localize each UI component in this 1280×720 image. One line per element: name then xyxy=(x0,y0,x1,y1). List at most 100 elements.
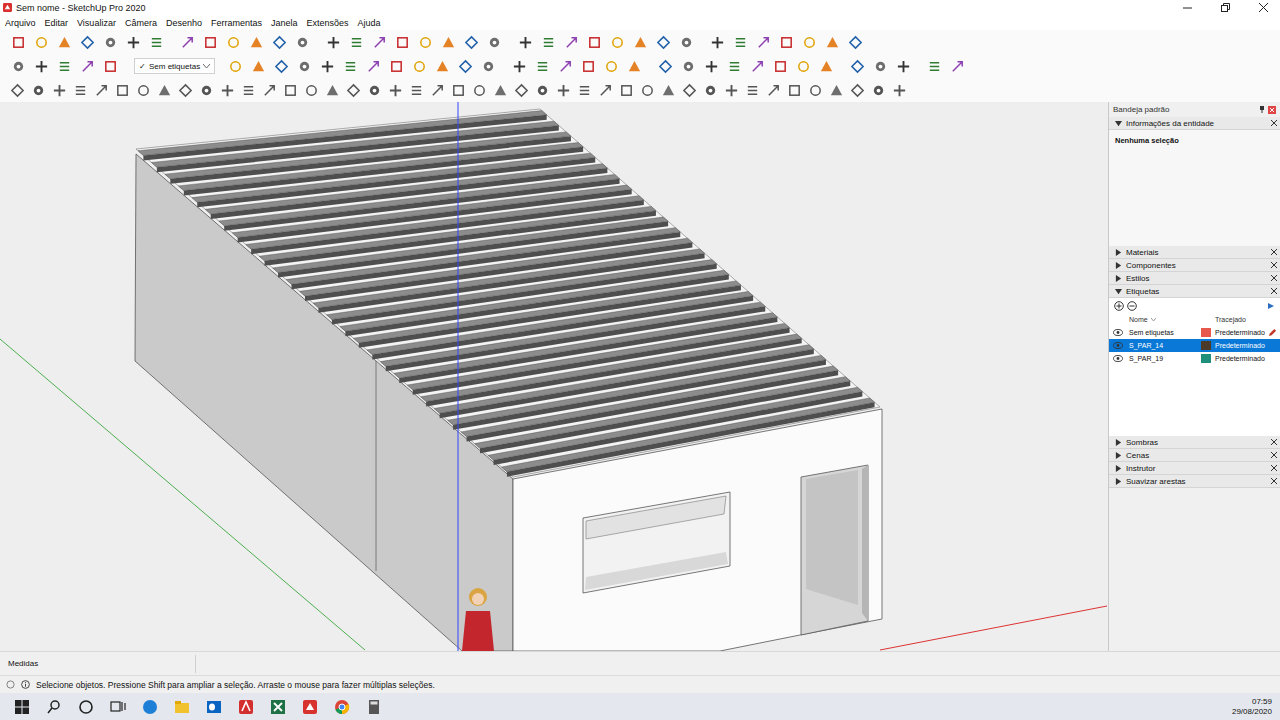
tag-row[interactable]: S_PAR_19Predeterminado xyxy=(1109,352,1280,365)
roof-beam[interactable] xyxy=(488,387,862,465)
tool-button[interactable] xyxy=(574,80,594,101)
tool-button[interactable] xyxy=(76,32,98,53)
tool-button[interactable] xyxy=(721,80,741,101)
tag-dash[interactable]: Predeterminado xyxy=(1215,355,1268,362)
tool-button[interactable] xyxy=(414,32,436,53)
tool-button[interactable] xyxy=(49,80,69,101)
tool-button[interactable] xyxy=(7,56,29,77)
tool-button[interactable] xyxy=(385,56,407,77)
section-header[interactable]: Materiais xyxy=(1109,246,1280,259)
tool-button[interactable] xyxy=(532,80,552,101)
section-header[interactable]: Estilos xyxy=(1109,272,1280,285)
tool-button[interactable] xyxy=(869,56,891,77)
tool-button[interactable] xyxy=(763,80,783,101)
tool-button[interactable] xyxy=(175,80,195,101)
menu-item[interactable]: Desenho xyxy=(166,18,202,28)
tool-button[interactable] xyxy=(154,80,174,101)
menu-item[interactable]: Ferramentas xyxy=(211,18,262,28)
tool-button[interactable] xyxy=(427,80,447,101)
tag-dash[interactable]: Predeterminado xyxy=(1215,329,1268,336)
tool-button[interactable] xyxy=(291,32,313,53)
menu-item[interactable]: Ajuda xyxy=(358,18,381,28)
tool-button[interactable] xyxy=(723,56,745,77)
tool-button[interactable] xyxy=(623,56,645,77)
tag-dropdown[interactable]: ✓Sem etiquetas xyxy=(134,58,215,74)
tool-button[interactable] xyxy=(280,80,300,101)
tool-button[interactable] xyxy=(238,80,258,101)
section-header[interactable]: Componentes xyxy=(1109,259,1280,272)
pin-icon[interactable] xyxy=(1259,106,1265,113)
restore-button[interactable] xyxy=(1208,0,1242,15)
section-header[interactable]: Cenas xyxy=(1109,449,1280,462)
tool-button[interactable] xyxy=(270,56,292,77)
tool-button[interactable] xyxy=(53,32,75,53)
tool-button[interactable] xyxy=(391,32,413,53)
tool-button[interactable] xyxy=(677,56,699,77)
tool-button[interactable] xyxy=(301,80,321,101)
section-header[interactable]: Informações da entidade xyxy=(1109,117,1280,130)
tool-button[interactable] xyxy=(554,56,576,77)
remove-tag-icon[interactable] xyxy=(1127,301,1137,311)
tool-button[interactable] xyxy=(511,80,531,101)
tool-button[interactable] xyxy=(7,80,27,101)
close-icon[interactable] xyxy=(1271,249,1277,255)
tag-row[interactable]: Sem etiquetasPredeterminado xyxy=(1109,326,1280,339)
tool-button[interactable] xyxy=(28,80,48,101)
tool-button[interactable] xyxy=(316,56,338,77)
tool-button[interactable] xyxy=(91,80,111,101)
eye-icon[interactable] xyxy=(1113,329,1123,336)
section-header[interactable]: Sombras xyxy=(1109,436,1280,449)
clock[interactable]: 07:5929/08/2020 xyxy=(1232,697,1280,717)
tool-button[interactable] xyxy=(752,32,774,53)
tool-button[interactable] xyxy=(133,80,153,101)
tool-button[interactable] xyxy=(408,56,430,77)
model-viewport[interactable] xyxy=(0,102,1107,651)
tool-button[interactable] xyxy=(775,32,797,53)
info-icon[interactable] xyxy=(21,680,30,689)
menu-item[interactable]: Janela xyxy=(271,18,298,28)
menu-item[interactable]: Arquivo xyxy=(5,18,36,28)
tool-button[interactable] xyxy=(629,32,651,53)
tool-button[interactable] xyxy=(99,56,121,77)
tool-button[interactable] xyxy=(946,56,968,77)
tool-button[interactable] xyxy=(514,32,536,53)
menu-item[interactable]: Extensões xyxy=(307,18,349,28)
tool-button[interactable] xyxy=(537,32,559,53)
tool-button[interactable] xyxy=(600,56,622,77)
tool-button[interactable] xyxy=(815,56,837,77)
tool-button[interactable] xyxy=(805,80,825,101)
tool-button[interactable] xyxy=(454,56,476,77)
tool-button[interactable] xyxy=(583,32,605,53)
tool-button[interactable] xyxy=(30,56,52,77)
add-tag-icon[interactable] xyxy=(1114,301,1124,311)
roof[interactable] xyxy=(136,109,880,477)
taskbar-button[interactable] xyxy=(358,693,390,720)
tool-button[interactable] xyxy=(746,56,768,77)
tool-button[interactable] xyxy=(826,80,846,101)
close-icon[interactable] xyxy=(1271,452,1277,458)
roof-beam[interactable] xyxy=(502,398,875,477)
measurements-input[interactable] xyxy=(196,655,316,673)
taskbar-button[interactable] xyxy=(102,693,134,720)
tool-button[interactable] xyxy=(199,32,221,53)
tool-button[interactable] xyxy=(431,56,453,77)
tool-button[interactable] xyxy=(616,80,636,101)
tool-button[interactable] xyxy=(293,56,315,77)
tool-button[interactable] xyxy=(769,56,791,77)
tag-row[interactable]: S_PAR_14Predeterminado xyxy=(1109,339,1280,352)
tool-button[interactable] xyxy=(196,80,216,101)
tool-button[interactable] xyxy=(145,32,167,53)
tool-button[interactable] xyxy=(706,32,728,53)
tool-button[interactable] xyxy=(477,56,499,77)
taskbar-button[interactable] xyxy=(198,693,230,720)
eye-icon[interactable] xyxy=(1113,342,1123,349)
tool-button[interactable] xyxy=(675,32,697,53)
minimize-button[interactable] xyxy=(1170,0,1204,15)
tool-button[interactable] xyxy=(821,32,843,53)
tool-button[interactable] xyxy=(798,32,820,53)
tool-button[interactable] xyxy=(176,32,198,53)
tool-button[interactable] xyxy=(508,56,530,77)
viewport[interactable] xyxy=(0,102,1108,651)
section-header[interactable]: Suavizar arestas xyxy=(1109,475,1280,488)
close-icon[interactable] xyxy=(1271,262,1277,268)
